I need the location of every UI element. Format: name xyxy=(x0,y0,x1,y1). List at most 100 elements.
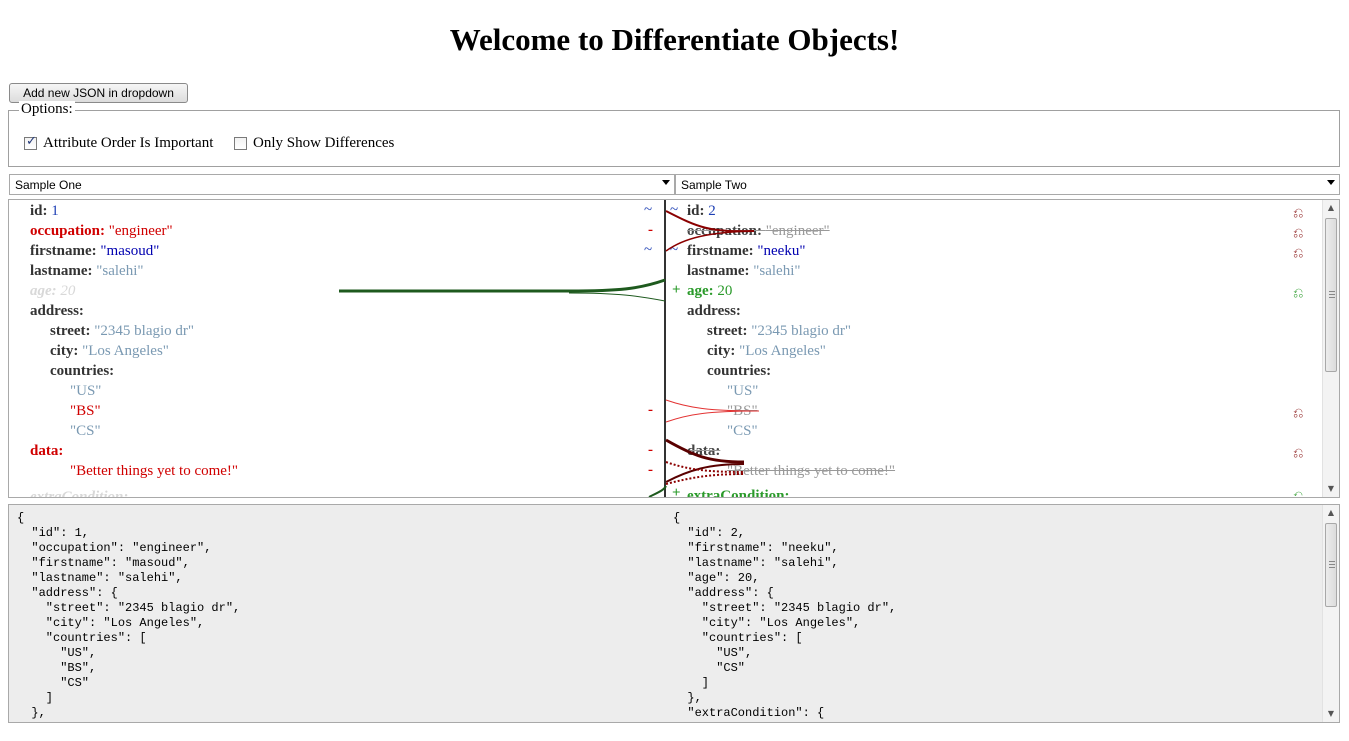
changed-marker: ~ xyxy=(644,202,653,218)
scrollbar-thumb[interactable] xyxy=(1325,523,1337,607)
grip-line xyxy=(1329,567,1335,568)
key: age: xyxy=(30,283,57,299)
grip-line xyxy=(1329,294,1335,295)
chevron-down-icon xyxy=(662,180,670,185)
right-country-us: "US" xyxy=(727,383,759,399)
added-marker: + xyxy=(672,282,681,298)
right-countries-line: countries: xyxy=(707,361,771,381)
add-json-button[interactable]: Add new JSON in dropdown xyxy=(9,83,188,103)
left-sample-value: Sample One xyxy=(15,178,82,192)
revert-icon[interactable]: ⎌ xyxy=(1293,244,1303,264)
value: "2345 blagio dr" xyxy=(751,323,852,339)
json-view[interactable]: { "id": 1, "occupation": "engineer", "fi… xyxy=(8,504,1340,723)
right-data-item-removed: "Better things yet to come!" xyxy=(727,461,895,481)
chevron-down-icon xyxy=(1327,180,1335,185)
revert-icon[interactable]: ⎌ xyxy=(1293,444,1303,464)
key: countries: xyxy=(50,363,115,379)
key: city: xyxy=(707,343,736,359)
left-street-line: street: "2345 blagio dr" xyxy=(50,321,194,341)
removed-marker: - xyxy=(648,442,653,458)
removed-marker: - xyxy=(648,222,653,238)
key: address: xyxy=(30,303,84,319)
right-sample-value: Sample Two xyxy=(681,178,747,192)
value: 20 xyxy=(717,283,733,299)
value: "engineer" xyxy=(108,223,173,239)
left-firstname-line: firstname: "masoud" xyxy=(30,241,159,261)
options-legend: Options: xyxy=(19,101,75,118)
key: street: xyxy=(707,323,748,339)
options-group: Options: Attribute Order Is Important On… xyxy=(8,101,1340,167)
key: age: xyxy=(687,283,714,299)
left-countries-line: countries: xyxy=(50,361,114,381)
left-country-cs: "CS" xyxy=(70,423,101,439)
only-differences-checkbox[interactable] xyxy=(234,137,247,150)
key: data: xyxy=(687,443,721,459)
value: 1 xyxy=(51,203,59,219)
right-diff-pane: ~ id: 2 occupation: "engineer" ~ firstna… xyxy=(668,200,1323,497)
right-lastname-line: lastname: "salehi" xyxy=(687,261,800,281)
scroll-up-arrow-icon[interactable]: ▲ xyxy=(1323,505,1339,521)
right-json-text: { "id": 2, "firstname": "neeku", "lastna… xyxy=(673,511,897,720)
key: id: xyxy=(30,203,48,219)
right-address-line: address: xyxy=(687,301,741,321)
only-differences-label: Only Show Differences xyxy=(253,135,395,151)
key: firstname: xyxy=(687,243,754,259)
grip-line xyxy=(1329,561,1335,562)
scroll-down-arrow-icon[interactable]: ▼ xyxy=(1323,706,1339,722)
right-data-removed: data: xyxy=(687,441,720,461)
key: city: xyxy=(50,343,79,359)
only-differences-option[interactable]: Only Show Differences xyxy=(234,135,394,152)
left-extra-placeholder: extraCondition: xyxy=(30,487,129,498)
key: extraCondition: xyxy=(30,489,129,498)
changed-marker: ~ xyxy=(670,202,679,218)
page-title: Welcome to Differentiate Objects! xyxy=(449,22,900,57)
left-json-text: { "id": 1, "occupation": "engineer", "fi… xyxy=(17,511,241,720)
value: "engineer" xyxy=(765,223,830,239)
removed-marker: - xyxy=(648,402,653,418)
left-sample-select[interactable]: Sample One xyxy=(9,174,675,195)
right-city-line: city: "Los Angeles" xyxy=(707,341,826,361)
right-country-cs: "CS" xyxy=(727,423,758,439)
revert-icon[interactable]: ⎌ xyxy=(1293,404,1303,424)
changed-marker: ~ xyxy=(644,242,653,258)
value: "BS" xyxy=(727,403,758,419)
revert-icon[interactable]: ⎌ xyxy=(1293,284,1303,304)
left-data-item: "Better things yet to come!" xyxy=(70,461,238,481)
right-street-line: street: "2345 blagio dr" xyxy=(707,321,851,341)
scrollbar-thumb[interactable] xyxy=(1325,218,1337,372)
removed-marker: - xyxy=(648,462,653,478)
left-data-line: data: xyxy=(30,441,63,461)
value: "Los Angeles" xyxy=(82,343,169,359)
scroll-down-arrow-icon[interactable]: ▼ xyxy=(1323,481,1339,497)
revert-icon[interactable]: ⎌ xyxy=(1293,224,1303,244)
key: extraCondition: xyxy=(687,488,790,498)
left-country-us: "US" xyxy=(70,383,102,399)
key: countries: xyxy=(707,363,772,379)
key: occupation: xyxy=(687,223,762,239)
value: "salehi" xyxy=(96,263,144,279)
left-address-line: address: xyxy=(30,301,84,321)
right-country-bs-removed: "BS" xyxy=(727,401,758,421)
value: "salehi" xyxy=(753,263,801,279)
left-occupation-line: occupation: "engineer" xyxy=(30,221,173,241)
diff-view[interactable]: id: 1 occupation: "engineer" firstname: … xyxy=(8,199,1340,498)
scroll-up-arrow-icon[interactable]: ▲ xyxy=(1323,200,1339,216)
left-id-line: id: 1 xyxy=(30,201,59,221)
value: "2345 blagio dr" xyxy=(94,323,195,339)
right-sample-select[interactable]: Sample Two xyxy=(675,174,1340,195)
revert-icon[interactable]: ⎌ xyxy=(1293,487,1303,497)
attribute-order-option[interactable]: Attribute Order Is Important xyxy=(24,134,213,152)
json-scrollbar[interactable]: ▲ ▼ xyxy=(1322,505,1339,722)
right-age-added: age: 20 xyxy=(687,281,732,301)
right-occupation-removed: occupation: "engineer" xyxy=(687,221,830,241)
value: "BS" xyxy=(70,403,101,419)
attribute-order-checkbox[interactable] xyxy=(24,134,37,150)
left-city-line: city: "Los Angeles" xyxy=(50,341,169,361)
grip-line xyxy=(1329,297,1335,298)
value: 20 xyxy=(60,283,76,299)
revert-icon[interactable]: ⎌ xyxy=(1293,204,1303,224)
key: occupation: xyxy=(30,223,105,239)
key: street: xyxy=(50,323,91,339)
diff-scrollbar[interactable]: ▲ ▼ xyxy=(1322,200,1339,497)
key: lastname: xyxy=(30,263,93,279)
